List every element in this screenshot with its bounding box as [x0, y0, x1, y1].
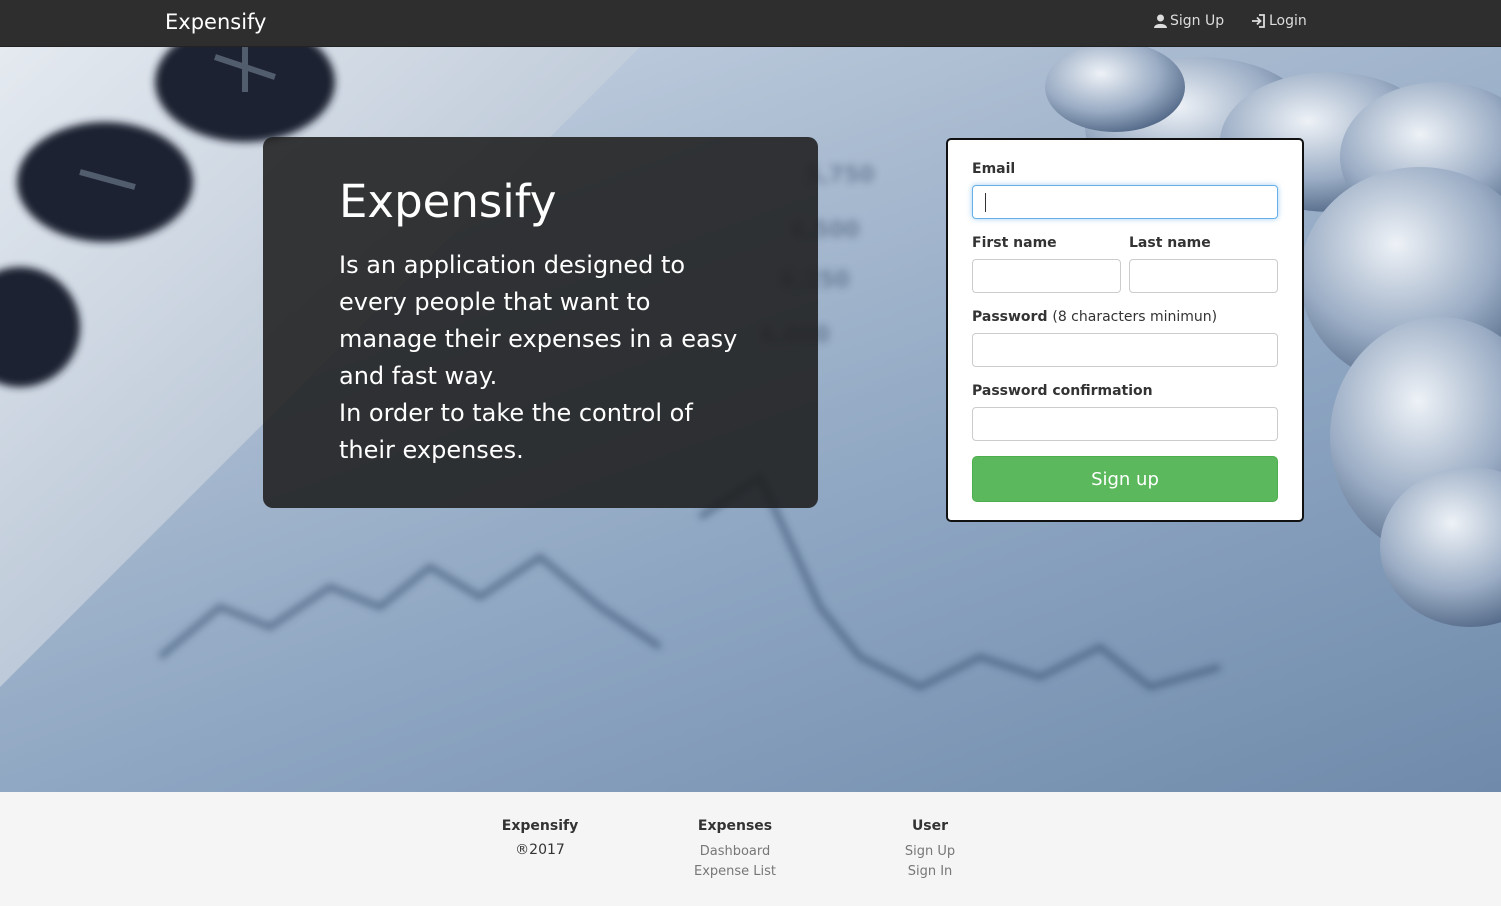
footer-expenses-title: Expenses [697, 818, 773, 834]
password-hint: (8 characters minimun) [1052, 309, 1218, 325]
last-name-input[interactable] [1129, 259, 1278, 293]
password-confirmation-label: Password confirmation [972, 383, 1153, 399]
navbar: Expensify Sign Up Login [0, 0, 1501, 47]
user-icon [1154, 14, 1167, 28]
footer-user-title: User [911, 818, 949, 834]
signup-button[interactable]: Sign up [972, 456, 1278, 502]
nav-signup-label: Sign Up [1170, 13, 1225, 29]
last-name-label: Last name [1129, 235, 1211, 251]
intro-title: Expensify [339, 175, 557, 228]
first-name-label: First name [972, 235, 1057, 251]
footer-signin-link[interactable]: Sign In [850, 862, 1010, 882]
footer-col-expenses: Expenses Dashboard Expense List [655, 818, 815, 882]
nav-signup-link[interactable]: Sign Up [1154, 13, 1224, 29]
footer-signup-link[interactable]: Sign Up [850, 842, 1010, 862]
password-input[interactable] [972, 333, 1278, 367]
sign-in-icon [1252, 14, 1265, 28]
hero-section: 5,750 6,500 6,250 6,000 Expensify Is an … [0, 47, 1501, 792]
intro-description: Is an application designed to every peop… [339, 247, 749, 469]
footer-dashboard-link[interactable]: Dashboard [655, 842, 815, 862]
intro-panel: Expensify Is an application designed to … [263, 137, 818, 508]
footer-brand-title: Expensify [501, 818, 579, 834]
intro-description-line2: In order to take the control of their ex… [339, 399, 693, 464]
footer-col-user: User Sign Up Sign In [850, 818, 1010, 882]
footer: Expensify ®2017 Expenses Dashboard Expen… [0, 792, 1501, 906]
footer-col-brand: Expensify ®2017 [460, 818, 620, 858]
email-input[interactable] [972, 185, 1278, 219]
footer-expense-list-link[interactable]: Expense List [655, 862, 815, 882]
email-label: Email [972, 161, 1016, 177]
first-name-input[interactable] [972, 259, 1121, 293]
footer-copyright: ®2017 [515, 842, 565, 858]
signup-form: Email First name Last name Password (8 c… [946, 138, 1304, 522]
nav-login-label: Login [1269, 13, 1307, 29]
intro-description-line1: Is an application designed to every peop… [339, 251, 738, 390]
password-label-text: Password [972, 309, 1048, 325]
password-confirmation-input[interactable] [972, 407, 1278, 441]
nav-login-link[interactable]: Login [1251, 13, 1307, 29]
password-label: Password (8 characters minimun) [972, 309, 1217, 325]
text-caret [985, 193, 986, 212]
brand-logo[interactable]: Expensify [165, 10, 266, 34]
